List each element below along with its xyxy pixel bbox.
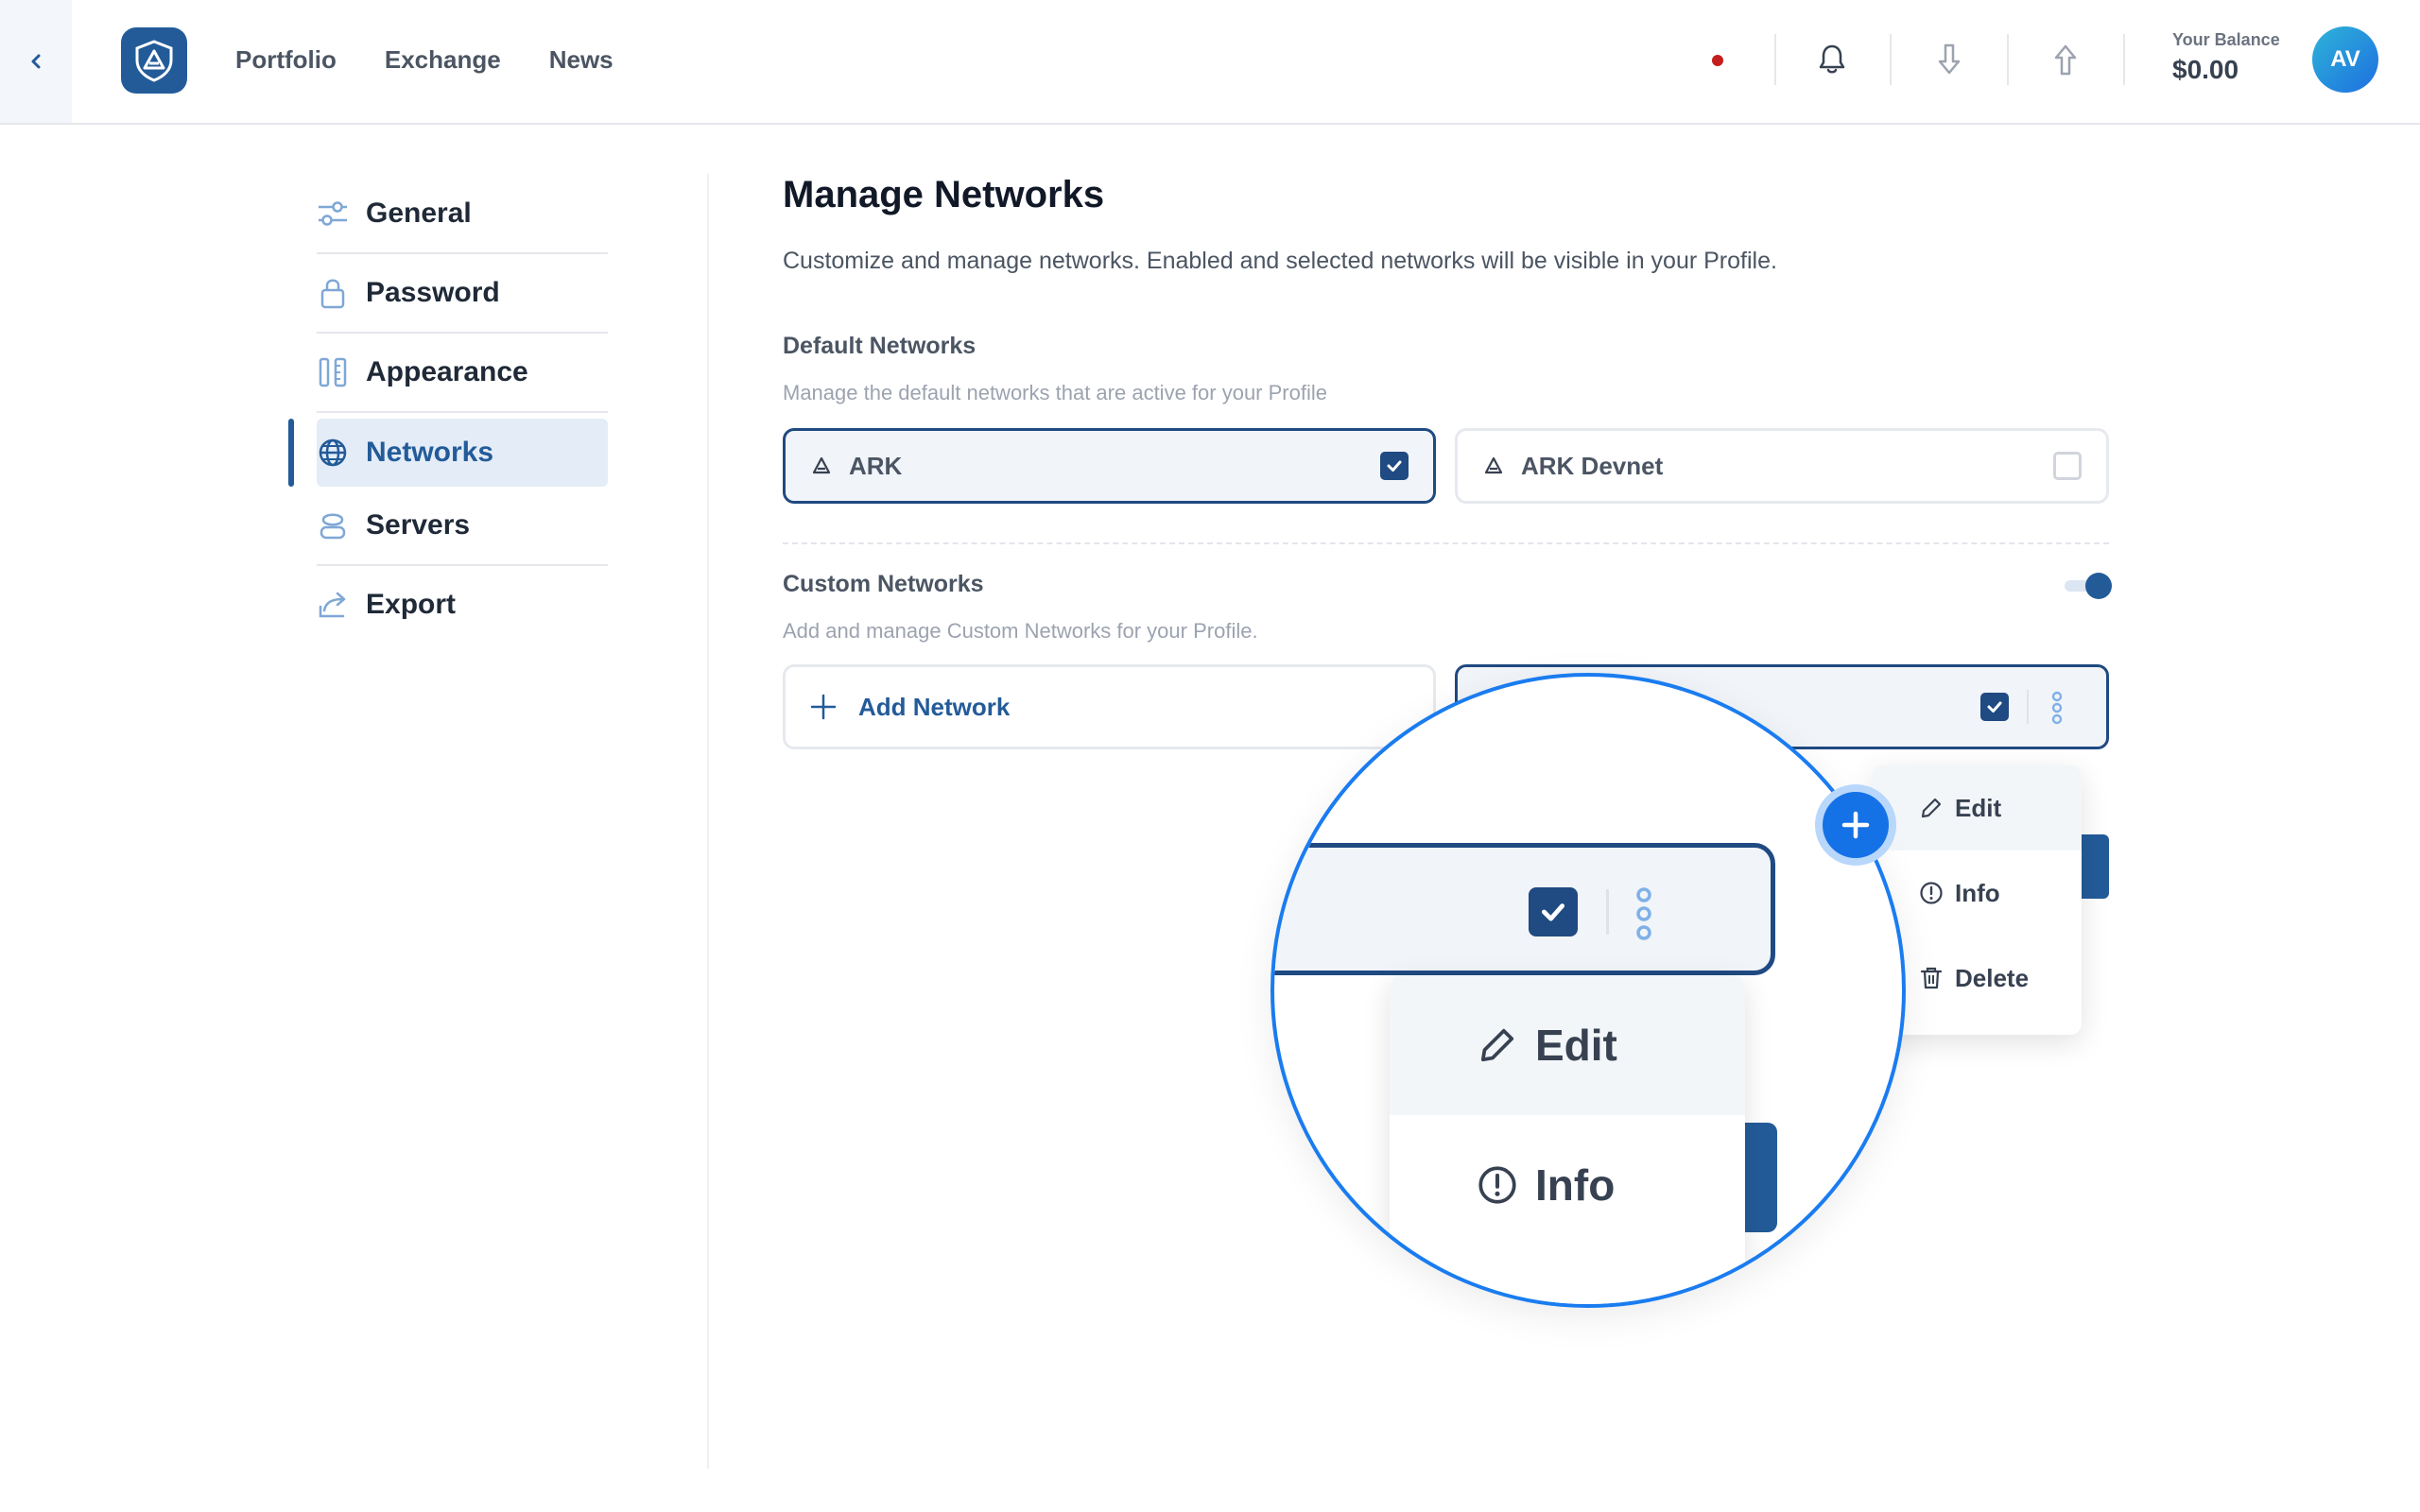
checkmark-icon bbox=[1387, 460, 1402, 472]
ark-network-icon bbox=[1483, 455, 1504, 476]
send-button[interactable] bbox=[2045, 28, 2086, 91]
header-divider bbox=[1774, 34, 1776, 85]
menu-item-label: Info bbox=[1535, 1160, 1616, 1210]
notifications-button[interactable] bbox=[1811, 28, 1853, 91]
zoomed-network-card bbox=[1274, 843, 1775, 975]
add-network-button[interactable]: Add Network bbox=[783, 664, 1436, 749]
default-networks-description: Manage the default networks that are act… bbox=[783, 381, 1327, 404]
custom-networks-description: Add and manage Custom Networks for your … bbox=[783, 619, 1258, 643]
pencil-icon bbox=[1921, 798, 1942, 818]
ark-logo[interactable] bbox=[121, 27, 187, 94]
globe-icon bbox=[317, 437, 349, 469]
default-networks-title: Default Networks bbox=[783, 333, 977, 359]
zoomed-options-menu: Edit Info bbox=[1390, 975, 1745, 1304]
header-divider bbox=[1890, 34, 1892, 85]
network-checkbox[interactable] bbox=[1980, 693, 2009, 721]
balance-label: Your Balance bbox=[2172, 30, 2280, 49]
top-header: Portfolio Exchange News Your Balance $0.… bbox=[0, 0, 2420, 125]
sidebar-item-label: Password bbox=[366, 277, 500, 308]
bell-icon bbox=[1819, 44, 1845, 74]
menu-item-label: Edit bbox=[1955, 793, 2002, 822]
page-title: Manage Networks bbox=[783, 174, 1105, 215]
menu-item-label: Info bbox=[1955, 878, 2000, 907]
sidebar-item-networks[interactable]: Networks bbox=[288, 419, 608, 487]
appearance-icon bbox=[317, 356, 349, 388]
kebab-menu-icon bbox=[2051, 691, 2063, 725]
info-icon bbox=[1920, 882, 1943, 904]
ark-network-icon bbox=[811, 455, 832, 476]
info-icon bbox=[1478, 1166, 1516, 1204]
zoom-magnifier: Edit Info bbox=[1270, 673, 1906, 1308]
network-name: ARK bbox=[849, 451, 903, 480]
network-card-ark-devnet[interactable]: ARK Devnet bbox=[1455, 428, 2109, 504]
avatar[interactable]: AV bbox=[2312, 26, 2378, 93]
toggle-knob bbox=[2085, 573, 2112, 599]
content-divider bbox=[707, 174, 709, 1469]
menu-item-label: Edit bbox=[1535, 1021, 1617, 1070]
sidebar-item-general[interactable]: General bbox=[317, 175, 608, 254]
lock-icon bbox=[317, 277, 349, 309]
network-name: ARK Devnet bbox=[1521, 451, 1664, 480]
trash-icon bbox=[1920, 967, 1943, 989]
network-card-ark[interactable]: ARK bbox=[783, 428, 1436, 504]
menu-item-info[interactable]: Info bbox=[1872, 850, 2082, 936]
receive-arrow-icon bbox=[1938, 43, 1961, 75]
sidebar-item-label: Export bbox=[366, 589, 457, 620]
sidebar-item-label: General bbox=[366, 198, 472, 229]
sidebar-item-label: Servers bbox=[366, 509, 471, 541]
main-nav: Portfolio Exchange News bbox=[235, 0, 614, 119]
nav-news[interactable]: News bbox=[549, 45, 614, 75]
sidebar-item-label: Networks bbox=[366, 437, 494, 468]
zoomed-menu-item-edit: Edit bbox=[1390, 975, 1745, 1115]
sidebar-item-label: Appearance bbox=[366, 356, 528, 387]
zoom-indicator bbox=[1815, 784, 1896, 866]
add-network-label: Add Network bbox=[858, 692, 1011, 721]
sidebar-item-appearance[interactable]: Appearance bbox=[317, 334, 608, 413]
zoomed-checkbox bbox=[1529, 887, 1578, 936]
export-icon bbox=[317, 589, 349, 621]
sidebar-item-servers[interactable]: Servers bbox=[317, 487, 608, 566]
network-checkbox[interactable] bbox=[1380, 452, 1409, 480]
zoomed-menu-item-info: Info bbox=[1390, 1115, 1745, 1255]
server-icon bbox=[317, 509, 349, 541]
settings-sidebar: General Password Appearance Networks Ser… bbox=[288, 175, 636, 644]
nav-portfolio[interactable]: Portfolio bbox=[235, 45, 337, 75]
section-divider bbox=[783, 542, 2109, 544]
card-divider bbox=[1606, 889, 1609, 935]
more-options-button[interactable] bbox=[2049, 690, 2065, 730]
balance-value: $0.00 bbox=[2172, 55, 2239, 84]
card-divider bbox=[2027, 690, 2029, 724]
back-button[interactable] bbox=[0, 0, 72, 123]
header-divider bbox=[2007, 34, 2009, 85]
sidebar-item-export[interactable]: Export bbox=[317, 566, 608, 644]
menu-item-label: Delete bbox=[1955, 963, 2030, 992]
menu-item-edit[interactable]: Edit bbox=[1872, 765, 2082, 850]
page-subtitle: Customize and manage networks. Enabled a… bbox=[783, 248, 1777, 274]
header-divider bbox=[2123, 34, 2125, 85]
active-indicator bbox=[288, 419, 294, 487]
receive-button[interactable] bbox=[1928, 28, 1970, 91]
plus-icon bbox=[809, 693, 838, 721]
kebab-menu-icon bbox=[1636, 887, 1651, 940]
chevron-left-icon bbox=[31, 54, 41, 69]
nav-exchange[interactable]: Exchange bbox=[385, 45, 501, 75]
zoom-plus-icon bbox=[1841, 811, 1870, 839]
custom-networks-title: Custom Networks bbox=[783, 571, 984, 597]
sidebar-item-password[interactable]: Password bbox=[317, 254, 608, 334]
zoomed-kebab bbox=[1633, 885, 1655, 947]
checkmark-icon bbox=[1542, 903, 1564, 921]
checkmark-icon bbox=[1987, 701, 2002, 713]
network-checkbox[interactable] bbox=[2053, 452, 2082, 480]
pencil-icon bbox=[1480, 1028, 1514, 1062]
send-arrow-icon bbox=[2054, 44, 2077, 76]
status-dot bbox=[1712, 55, 1723, 66]
sliders-icon bbox=[317, 198, 349, 230]
